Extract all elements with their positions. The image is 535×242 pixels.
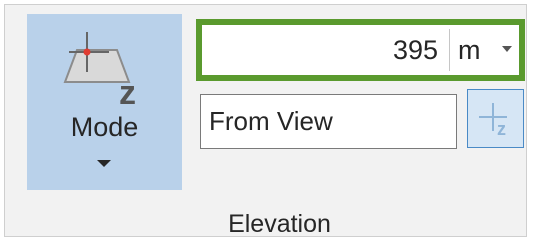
group-label-text: Elevation xyxy=(228,210,331,238)
elevation-ribbon-group: z Mode m From View z Elevation xyxy=(4,4,527,238)
elevation-source-field[interactable]: From View xyxy=(200,94,457,149)
pick-elevation-icon: z xyxy=(479,103,507,139)
svg-text:z: z xyxy=(497,119,506,139)
pick-elevation-button[interactable]: z xyxy=(467,89,524,148)
elevation-mode-icon: z xyxy=(63,32,136,106)
mode-label: Mode xyxy=(70,112,139,142)
chevron-down-icon xyxy=(502,46,512,52)
chevron-down-icon xyxy=(97,160,111,167)
unit-label: m xyxy=(458,35,481,65)
mode-dropdown-button[interactable]: z Mode xyxy=(27,14,182,190)
elevation-input-group: m xyxy=(196,19,525,81)
elevation-source-value: From View xyxy=(209,106,333,136)
unit-dropdown[interactable]: m xyxy=(450,25,519,75)
group-label: Elevation xyxy=(5,209,535,239)
elevation-value-input[interactable] xyxy=(202,25,444,75)
svg-text:z: z xyxy=(119,74,136,106)
